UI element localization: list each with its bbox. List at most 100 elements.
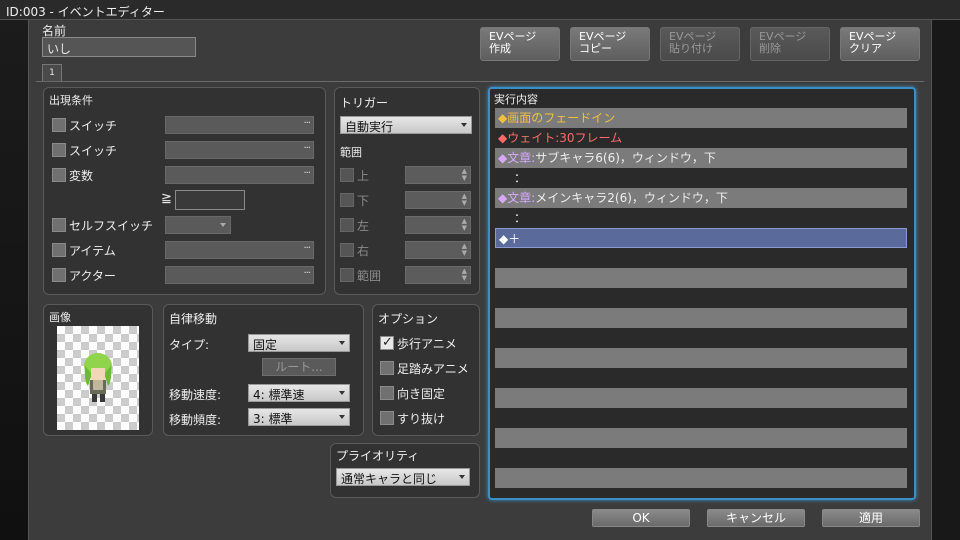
variable-value-input[interactable] — [175, 190, 245, 210]
spinner-arrows-icon: ▲ ▼ — [461, 267, 467, 282]
option-walking-anime-checkbox[interactable] — [380, 335, 394, 350]
cancel-button[interactable]: キャンセル — [707, 509, 805, 527]
empty-command-row[interactable] — [495, 308, 907, 328]
condition-item-checkbox[interactable] — [52, 243, 66, 257]
chevron-down-icon — [459, 475, 465, 479]
ev-page-clear-button[interactable]: EVページ クリア — [840, 27, 920, 61]
command-row[interactable]: ◆画面のフェードイン — [495, 108, 907, 128]
direction-range-checkbox[interactable] — [340, 268, 354, 282]
empty-command-row[interactable] — [495, 288, 907, 308]
tab-divider — [36, 81, 924, 82]
type-label: タイプ: — [169, 338, 210, 352]
command-continuation: ： — [514, 211, 527, 225]
condition-switch-2-checkbox[interactable] — [52, 143, 66, 157]
speed-select[interactable]: 4: 標準速 — [248, 384, 350, 402]
empty-command-row[interactable] — [495, 348, 907, 368]
trigger-title: トリガー — [340, 96, 389, 110]
direction-down-checkbox[interactable] — [340, 193, 354, 207]
ok-button[interactable]: OK — [592, 509, 690, 527]
type-select[interactable]: 固定 — [248, 334, 350, 352]
empty-command-row[interactable] — [495, 448, 907, 468]
command-row[interactable]: ◆文章:メインキャラ2(6)，ウィンドウ，下 — [495, 188, 907, 208]
option-direction-fix-checkbox[interactable] — [380, 386, 394, 400]
direction-left-spinner[interactable]: ▲ ▼ — [405, 216, 471, 234]
type-select-value: 固定 — [253, 338, 278, 352]
condition-variable-label: 変数 — [69, 169, 94, 183]
condition-variable-field[interactable]: ··· — [165, 166, 314, 184]
condition-switch-1-checkbox[interactable] — [52, 118, 66, 132]
spinner-arrows-icon: ▲ ▼ — [461, 217, 467, 232]
direction-range-spinner[interactable]: ▲ ▼ — [405, 266, 471, 284]
direction-up-checkbox[interactable] — [340, 168, 354, 182]
condition-variable-checkbox[interactable] — [52, 168, 66, 182]
condition-item-field[interactable]: ··· — [165, 241, 314, 259]
command-row[interactable]: ◆ウェイト:30フレーム — [495, 128, 907, 148]
character-image[interactable] — [57, 326, 139, 430]
frequency-select[interactable]: 3: 標準 — [248, 408, 350, 426]
character-sprite — [84, 353, 112, 402]
command-row[interactable]: ◆＋ — [495, 228, 907, 248]
direction-left-checkbox[interactable] — [340, 218, 354, 232]
empty-command-row[interactable] — [495, 328, 907, 348]
direction-right-label: 右 — [357, 244, 370, 258]
command-row[interactable]: ： — [495, 208, 907, 228]
option-through-label: すり抜け — [397, 412, 446, 426]
option-stepping-anime-checkbox[interactable] — [380, 361, 394, 375]
priority-select-value: 通常キャラと同じ — [341, 472, 438, 486]
direction-right-spinner[interactable]: ▲ ▼ — [405, 241, 471, 259]
condition-actor-field[interactable]: ··· — [165, 266, 314, 284]
conditions-title: 出現条件 — [49, 94, 93, 107]
command-keyword: ◆文章: — [498, 151, 536, 165]
options-title: オプション — [378, 312, 439, 326]
frequency-select-value: 3: 標準 — [253, 412, 293, 426]
command-args: サブキャラ6(6)，ウィンドウ，下 — [535, 151, 716, 165]
frequency-label: 移動頻度: — [169, 413, 222, 427]
command-list[interactable]: ◆画面のフェードイン ◆ウェイト:30フレーム ◆文章:サブキャラ6(6)，ウィンド… — [495, 108, 909, 490]
condition-actor-more-icon: ··· — [303, 268, 310, 279]
condition-self-switch-label: セルフスイッチ — [69, 219, 154, 233]
ev-page-copy-button[interactable]: EVページ コピー — [570, 27, 650, 61]
direction-right-checkbox[interactable] — [340, 243, 354, 257]
option-through-checkbox[interactable] — [380, 411, 394, 425]
apply-button[interactable]: 適用 — [822, 509, 920, 527]
direction-up-spinner[interactable]: ▲ ▼ — [405, 166, 471, 184]
empty-command-row[interactable] — [495, 368, 907, 388]
empty-command-row[interactable] — [495, 428, 907, 448]
direction-range-label: 範囲 — [357, 269, 382, 283]
condition-switch-1-field[interactable]: ··· — [165, 116, 314, 134]
condition-switch-2-field[interactable]: ··· — [165, 141, 314, 159]
spinner-arrows-icon: ▲ ▼ — [461, 242, 467, 257]
command-keyword: ◆文章: — [498, 191, 536, 205]
empty-command-row[interactable] — [495, 388, 907, 408]
condition-actor-checkbox[interactable] — [52, 268, 66, 282]
empty-command-row[interactable] — [495, 268, 907, 288]
empty-command-row[interactable] — [495, 408, 907, 428]
condition-self-switch-checkbox[interactable] — [52, 218, 66, 232]
image-title: 画像 — [49, 311, 71, 324]
tab-page-1[interactable]: 1 — [42, 64, 62, 82]
empty-command-row[interactable] — [495, 248, 907, 268]
command-continuation: ： — [514, 171, 527, 185]
background-left — [0, 0, 30, 540]
trigger-select-value: 自動実行 — [345, 120, 394, 134]
option-walking-anime-label: 歩行アニメ — [397, 337, 457, 351]
ev-page-create-button[interactable]: EVページ 作成 — [480, 27, 560, 61]
empty-command-row[interactable] — [495, 468, 907, 488]
direction-down-spinner[interactable]: ▲ ▼ — [405, 191, 471, 209]
trigger-select[interactable]: 自動実行 — [340, 116, 472, 134]
ev-page-delete-button[interactable]: EVページ 削除 — [750, 27, 830, 61]
chevron-down-icon — [339, 341, 345, 345]
condition-switch-2-label: スイッチ — [69, 144, 118, 158]
route-button[interactable]: ルート... — [262, 358, 336, 376]
command-row[interactable]: ： — [495, 168, 907, 188]
ev-page-paste-button[interactable]: EVページ 貼り付け — [660, 27, 740, 61]
range-label: 範囲 — [340, 146, 362, 159]
command-row[interactable]: ◆文章:サブキャラ6(6)，ウィンドウ，下 — [495, 148, 907, 168]
direction-down-label: 下 — [357, 194, 370, 208]
condition-self-switch-select[interactable] — [165, 216, 231, 234]
name-input[interactable]: いし — [42, 37, 196, 57]
priority-select[interactable]: 通常キャラと同じ — [336, 468, 470, 486]
background-right — [930, 0, 960, 540]
speed-label: 移動速度: — [169, 388, 222, 402]
window-title: ID:003 - イベントエディター — [0, 0, 960, 20]
